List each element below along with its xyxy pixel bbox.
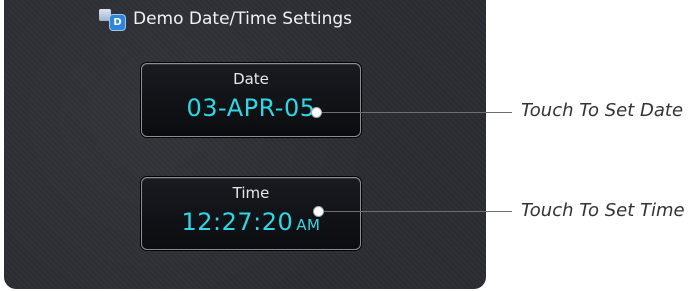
date-value: 03-APR-05 [142, 94, 360, 122]
date-label: Date [233, 70, 269, 88]
page-title: Demo Date/Time Settings [133, 9, 353, 29]
page-header: D Demo Date/Time Settings [99, 6, 352, 32]
date-button[interactable]: Date 03-APR-05 [141, 63, 361, 137]
time-label: Time [232, 184, 270, 202]
device-screen: D Demo Date/Time Settings Date 03-APR-05… [4, 0, 486, 289]
time-callout-line [318, 211, 512, 212]
date-callout-dot [311, 107, 322, 118]
time-value-text: 12:27:20 [181, 208, 294, 236]
settings-badge-icon: D [99, 8, 126, 31]
badge-letter: D [109, 14, 126, 31]
time-value: 12:27:20 AM [142, 208, 360, 236]
date-callout-line [316, 112, 512, 113]
date-callout-text: Touch To Set Date [521, 100, 684, 121]
time-callout-text: Touch To Set Time [521, 200, 685, 221]
date-value-text: 03-APR-05 [186, 94, 316, 122]
time-callout-dot [313, 206, 324, 217]
time-button[interactable]: Time 12:27:20 AM [141, 177, 361, 250]
time-meridiem: AM [296, 216, 321, 234]
